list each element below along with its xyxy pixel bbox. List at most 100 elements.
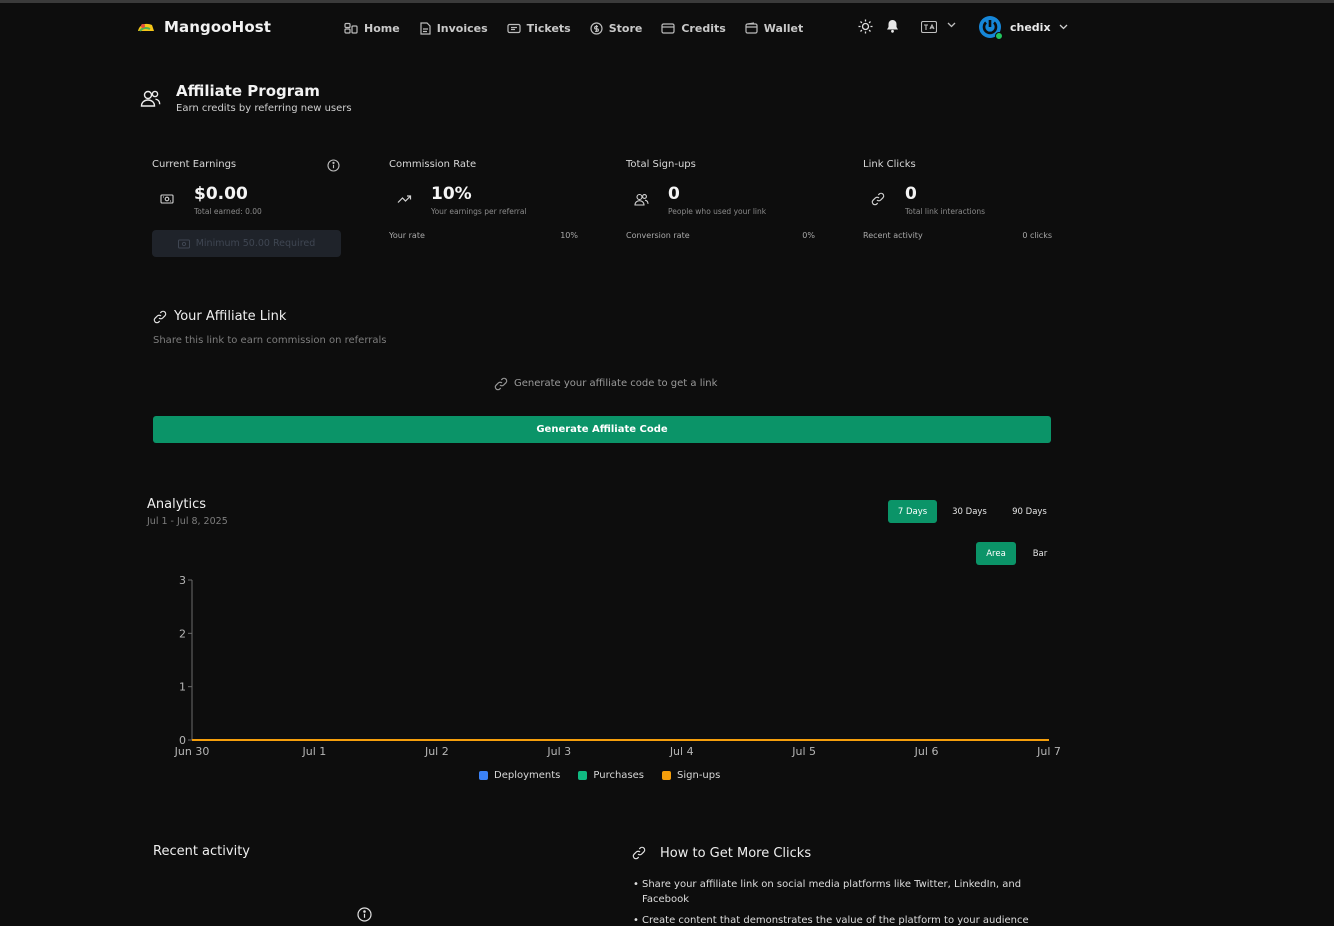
nav-wallet[interactable]: Wallet bbox=[745, 19, 803, 37]
nav-home[interactable]: Home bbox=[344, 19, 400, 37]
legend-item-deployments[interactable]: Deployments bbox=[479, 770, 560, 781]
tips-title: How to Get More Clicks bbox=[660, 846, 812, 861]
view-bar-button[interactable]: Bar bbox=[1024, 542, 1056, 565]
link-icon bbox=[153, 310, 167, 324]
wallet-icon bbox=[745, 22, 758, 34]
window-top-border bbox=[0, 0, 1334, 3]
conversion-rate-value: 0% bbox=[802, 231, 815, 240]
conversion-rate-row: Conversion rate 0% bbox=[626, 231, 815, 240]
user-name: chedix bbox=[1010, 20, 1051, 34]
theme-toggle-sun-icon[interactable] bbox=[858, 19, 873, 34]
nav-home-label: Home bbox=[364, 21, 400, 35]
analytics-chart: 0123Jun 30 Jul 1 Jul 2 Jul 3 Jul 4 Jul 5 Jul 6… bbox=[174, 574, 1061, 758]
main-nav: Home Invoices Tickets Store Credits Wall… bbox=[344, 19, 822, 37]
y-tick-label: 2 bbox=[179, 627, 186, 640]
legend-item-signups[interactable]: Sign-ups bbox=[662, 770, 720, 781]
nav-credits-label: Credits bbox=[681, 21, 726, 35]
signups-card-title: Total Sign-ups bbox=[626, 159, 696, 170]
page-subtitle: Earn credits by referring new users bbox=[176, 103, 352, 114]
commission-sub: Your earnings per referral bbox=[431, 207, 527, 216]
legend-label-purchases: Purchases bbox=[593, 770, 645, 781]
credit-card-icon bbox=[661, 22, 675, 34]
page-title: Affiliate Program bbox=[176, 82, 320, 100]
earnings-total: Total earned: 0.00 bbox=[194, 207, 262, 216]
commission-rate-row: Your rate 10% bbox=[389, 231, 578, 240]
affiliate-link-title: Your Affiliate Link bbox=[174, 309, 287, 324]
language-icon[interactable] bbox=[921, 21, 937, 33]
recent-activity-value: 0 clicks bbox=[1022, 231, 1052, 240]
user-menu[interactable]: chedix bbox=[978, 15, 1068, 40]
users-icon bbox=[634, 193, 649, 206]
signups-sub: People who used your link bbox=[668, 207, 767, 216]
info-icon[interactable] bbox=[327, 159, 340, 172]
mango-logo-icon bbox=[136, 19, 156, 35]
tips-list: Share your affiliate link on social medi… bbox=[633, 877, 1033, 926]
signups-value: 0 bbox=[668, 184, 680, 204]
earnings-card-title: Current Earnings bbox=[152, 159, 237, 170]
legend-swatch-purchases bbox=[578, 771, 588, 780]
link-icon bbox=[494, 377, 508, 391]
brand[interactable]: MangooHost bbox=[136, 18, 271, 36]
generate-affiliate-code-button[interactable]: Generate Affiliate Code bbox=[153, 416, 1051, 443]
affiliate-empty-text: Generate your affiliate code to get a li… bbox=[514, 378, 718, 389]
info-icon[interactable] bbox=[357, 907, 372, 922]
recent-activity-row: Recent activity 0 clicks bbox=[863, 231, 1052, 240]
x-tick-label: Jun 30 bbox=[174, 745, 210, 758]
tip-item: Share your affiliate link on social medi… bbox=[633, 877, 1033, 907]
nav-credits[interactable]: Credits bbox=[661, 19, 726, 37]
affiliate-link-subtitle: Share this link to earn commission on re… bbox=[153, 335, 387, 346]
x-tick-label: Jul 1 bbox=[302, 745, 327, 758]
nav-wallet-label: Wallet bbox=[763, 21, 804, 35]
trending-up-icon bbox=[397, 194, 412, 204]
invoice-icon bbox=[419, 21, 431, 35]
legend-swatch-deployments bbox=[479, 771, 488, 780]
users-icon bbox=[140, 89, 161, 108]
withdraw-button-label: Minimum 50.00 Required bbox=[195, 238, 316, 249]
notifications-bell-icon[interactable] bbox=[886, 19, 899, 33]
legend-label-deployments: Deployments bbox=[494, 770, 561, 781]
view-area-button[interactable]: Area bbox=[976, 542, 1016, 565]
range-7-days-button[interactable]: 7 Days bbox=[888, 500, 937, 523]
earnings-value: $0.00 bbox=[194, 184, 248, 204]
nav-tickets-label: Tickets bbox=[526, 21, 571, 35]
nav-tickets[interactable]: Tickets bbox=[507, 19, 571, 37]
clicks-card-title: Link Clicks bbox=[863, 159, 916, 170]
x-tick-label: Jul 7 bbox=[1036, 745, 1061, 758]
range-30-days-button[interactable]: 30 Days bbox=[945, 500, 994, 523]
brand-name: MangooHost bbox=[164, 18, 272, 36]
recent-activity-title: Recent activity bbox=[153, 844, 250, 859]
withdraw-button[interactable]: Minimum 50.00 Required bbox=[152, 230, 341, 257]
home-icon bbox=[344, 22, 358, 34]
range-90-days-button[interactable]: 90 Days bbox=[1005, 500, 1054, 523]
y-tick-label: 1 bbox=[179, 681, 186, 694]
nav-invoices-label: Invoices bbox=[436, 21, 488, 35]
link-icon bbox=[871, 192, 885, 206]
link-icon bbox=[632, 846, 646, 860]
x-tick-label: Jul 6 bbox=[914, 745, 939, 758]
commission-card-title: Commission Rate bbox=[389, 159, 477, 170]
ticket-icon bbox=[507, 23, 521, 34]
nav-store-label: Store bbox=[608, 21, 643, 35]
online-status-dot bbox=[995, 32, 1003, 40]
commission-rate-label: Your rate bbox=[389, 231, 425, 240]
commission-value: 10% bbox=[431, 184, 472, 204]
nav-store[interactable]: Store bbox=[590, 19, 643, 37]
language-chevron-down-icon[interactable] bbox=[947, 22, 956, 28]
x-tick-label: Jul 3 bbox=[546, 745, 571, 758]
store-icon bbox=[590, 21, 603, 35]
conversion-rate-label: Conversion rate bbox=[626, 231, 690, 240]
commission-rate-value: 10% bbox=[560, 231, 578, 240]
cash-icon bbox=[177, 239, 190, 249]
recent-activity-label: Recent activity bbox=[863, 231, 923, 240]
user-chevron-down-icon bbox=[1059, 24, 1068, 30]
x-tick-label: Jul 5 bbox=[791, 745, 816, 758]
x-tick-label: Jul 4 bbox=[669, 745, 694, 758]
nav-invoices[interactable]: Invoices bbox=[419, 19, 488, 37]
legend-item-purchases[interactable]: Purchases bbox=[578, 770, 644, 781]
y-tick-label: 3 bbox=[179, 574, 186, 587]
tip-item: Create content that demonstrates the val… bbox=[633, 913, 1033, 926]
clicks-sub: Total link interactions bbox=[905, 207, 986, 216]
legend-swatch-signups bbox=[662, 771, 672, 780]
cash-icon bbox=[160, 193, 174, 205]
chart-legend: Deployments Purchases Sign-ups bbox=[479, 770, 720, 781]
